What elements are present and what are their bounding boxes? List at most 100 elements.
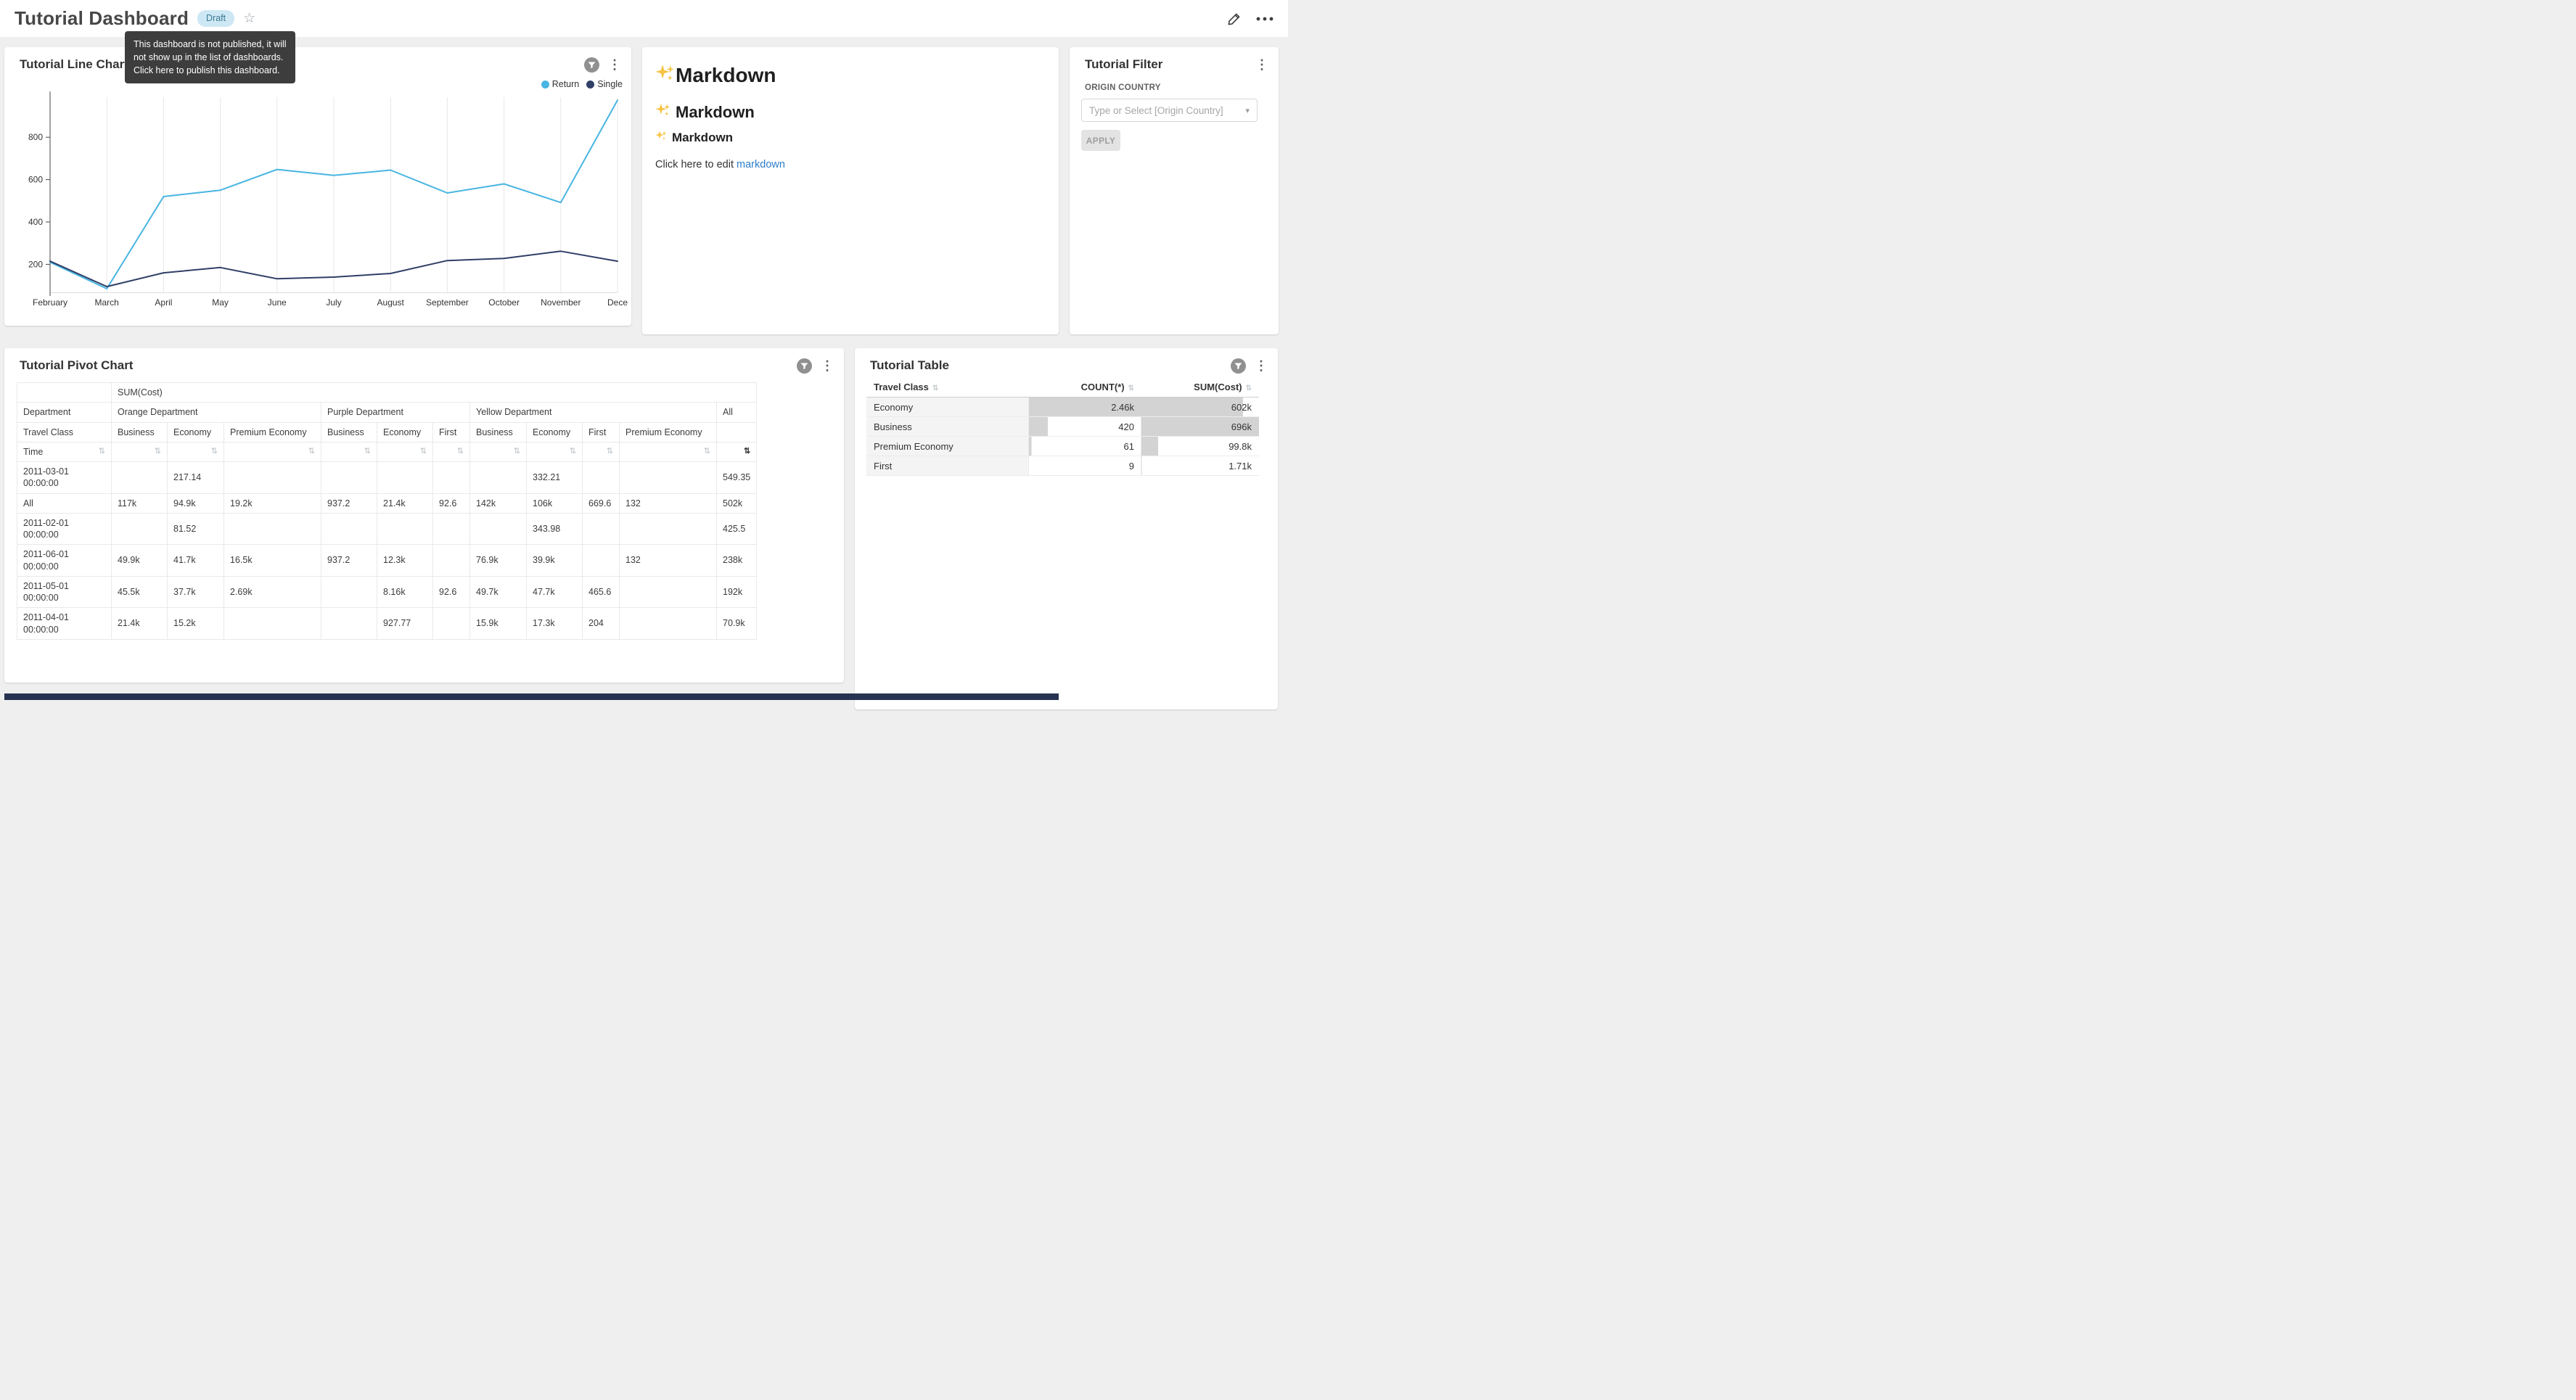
pivot-row: 2011-04-01 00:00:0021.4k15.2k927.7715.9k… xyxy=(17,608,757,640)
travel-class-cell: First xyxy=(866,456,1028,476)
sum-cell: 99.8k xyxy=(1141,437,1259,456)
origin-country-select[interactable]: Type or Select [Origin Country] ▾ xyxy=(1081,99,1258,122)
pivot-row-label: 2011-03-01 00:00:00 xyxy=(17,462,112,494)
pivot-value-cell: 465.6 xyxy=(583,576,620,608)
pivot-chart-card: Tutorial Pivot Chart ⋮ SUM(Cost)Departme… xyxy=(4,348,844,683)
kebab-menu-icon[interactable]: ⋮ xyxy=(821,359,834,372)
legend-label: Single xyxy=(597,79,623,89)
pivot-value-cell xyxy=(583,545,620,577)
pivot-value-cell: 204 xyxy=(583,608,620,640)
pivot-class: Premium Economy xyxy=(620,422,717,442)
pivot-value-cell: 132 xyxy=(620,493,717,513)
card-actions: ⋮ xyxy=(1231,358,1268,374)
pivot-value-cell: 106k xyxy=(527,493,583,513)
pivot-value-cell xyxy=(224,513,321,545)
pivot-time-label: Time xyxy=(23,446,43,458)
kebab-menu-icon[interactable]: ⋮ xyxy=(1255,58,1268,71)
filter-badge-icon[interactable] xyxy=(1231,358,1246,374)
kebab-menu-icon[interactable]: ⋮ xyxy=(1255,359,1268,372)
pivot-value-cell: 49.9k xyxy=(112,545,168,577)
svg-text:800: 800 xyxy=(28,132,43,142)
sort-icon[interactable]: ⇅ xyxy=(744,448,750,456)
more-ellipsis-icon[interactable] xyxy=(1256,17,1273,21)
filter-badge-icon[interactable] xyxy=(797,358,812,374)
markdown-card[interactable]: Markdown Markdown Markdown Click here to… xyxy=(642,47,1059,334)
markdown-heading-2: Markdown xyxy=(655,102,755,122)
sort-icon[interactable]: ⇅ xyxy=(308,448,315,456)
sort-icon: ⇅ xyxy=(932,384,938,392)
chart-legend: Return Single xyxy=(541,79,623,89)
col-header-travel-class[interactable]: Travel Class⇅ xyxy=(866,377,1028,398)
pivot-value-cell: 343.98 xyxy=(527,513,583,545)
pivot-class: Economy xyxy=(377,422,433,442)
pivot-class: Premium Economy xyxy=(224,422,321,442)
markdown-edit-link[interactable]: markdown xyxy=(737,159,785,170)
svg-text:June: June xyxy=(268,297,287,308)
pivot-value-cell xyxy=(224,608,321,640)
markdown-edit-line: Click here to edit markdown xyxy=(655,159,785,170)
pivot-class: First xyxy=(433,422,470,442)
svg-text:400: 400 xyxy=(28,217,43,227)
pivot-value-cell: 142k xyxy=(470,493,527,513)
sort-icon[interactable]: ⇅ xyxy=(607,448,613,456)
pivot-value-cell: 21.4k xyxy=(112,608,168,640)
select-placeholder: Type or Select [Origin Country] xyxy=(1089,105,1241,116)
data-table: Travel Class⇅COUNT(*)⇅SUM(Cost)⇅Economy2… xyxy=(866,377,1259,476)
pivot-department-row: DepartmentOrange DepartmentPurple Depart… xyxy=(17,403,757,422)
sort-icon[interactable]: ⇅ xyxy=(457,448,464,456)
sort-icon[interactable]: ⇅ xyxy=(155,448,161,456)
legend-item-single[interactable]: Single xyxy=(586,79,623,89)
pivot-class: Business xyxy=(321,422,377,442)
pivot-value-cell: 549.35 xyxy=(717,462,757,494)
table-title: Tutorial Table xyxy=(870,358,949,373)
sum-cell: 602k xyxy=(1141,398,1259,417)
pivot-value-cell xyxy=(321,608,377,640)
pivot-value-cell: 217.14 xyxy=(168,462,224,494)
pivot-class: Economy xyxy=(168,422,224,442)
sort-icon[interactable]: ⇅ xyxy=(514,448,520,456)
sort-icon[interactable]: ⇅ xyxy=(99,448,105,456)
pivot-value-cell: 8.16k xyxy=(377,576,433,608)
pivot-value-cell xyxy=(433,608,470,640)
pivot-class-row: Travel ClassBusinessEconomyPremium Econo… xyxy=(17,422,757,442)
pivot-value-cell xyxy=(433,545,470,577)
edit-pencil-icon[interactable] xyxy=(1227,12,1242,26)
pivot-value-cell: 117k xyxy=(112,493,168,513)
sort-icon: ⇅ xyxy=(1246,384,1252,392)
svg-text:November: November xyxy=(541,297,581,308)
pivot-value-cell xyxy=(620,576,717,608)
markdown-heading-1: Markdown xyxy=(655,63,776,88)
pivot-value-cell: 76.9k xyxy=(470,545,527,577)
legend-item-return[interactable]: Return xyxy=(541,79,580,89)
table-header-row: Travel Class⇅COUNT(*)⇅SUM(Cost)⇅ xyxy=(866,377,1259,398)
sort-icon[interactable]: ⇅ xyxy=(704,448,710,456)
pivot-value-cell: 332.21 xyxy=(527,462,583,494)
pivot-corner xyxy=(17,383,112,403)
draft-badge[interactable]: Draft xyxy=(197,10,234,26)
pivot-value-cell: 12.3k xyxy=(377,545,433,577)
sort-icon[interactable]: ⇅ xyxy=(364,448,371,456)
count-cell: 2.46k xyxy=(1028,398,1141,417)
sort-icon[interactable]: ⇅ xyxy=(570,448,576,456)
pivot-value-cell: 927.77 xyxy=(377,608,433,640)
col-header-sum[interactable]: SUM(Cost)⇅ xyxy=(1141,377,1259,398)
favorite-star-icon[interactable]: ☆ xyxy=(243,12,255,25)
pivot-metric-label: SUM(Cost) xyxy=(112,383,757,403)
sort-icon[interactable]: ⇅ xyxy=(211,448,218,456)
svg-text:Dece: Dece xyxy=(607,297,628,308)
svg-text:February: February xyxy=(33,297,67,308)
pivot-row-label: All xyxy=(17,493,112,513)
pivot-class: Business xyxy=(470,422,527,442)
sort-icon: ⇅ xyxy=(1128,384,1134,392)
col-header-count[interactable]: COUNT(*)⇅ xyxy=(1028,377,1141,398)
pivot-value-cell xyxy=(583,513,620,545)
svg-text:September: September xyxy=(426,297,469,308)
pivot-value-cell xyxy=(583,462,620,494)
pivot-value-cell: 15.2k xyxy=(168,608,224,640)
pivot-value-cell: 17.3k xyxy=(527,608,583,640)
svg-text:July: July xyxy=(326,297,341,308)
sort-icon[interactable]: ⇅ xyxy=(420,448,427,456)
pivot-row: All117k94.9k19.2k937.221.4k92.6142k106k6… xyxy=(17,493,757,513)
apply-button[interactable]: APPLY xyxy=(1081,130,1120,151)
svg-text:March: March xyxy=(95,297,119,308)
